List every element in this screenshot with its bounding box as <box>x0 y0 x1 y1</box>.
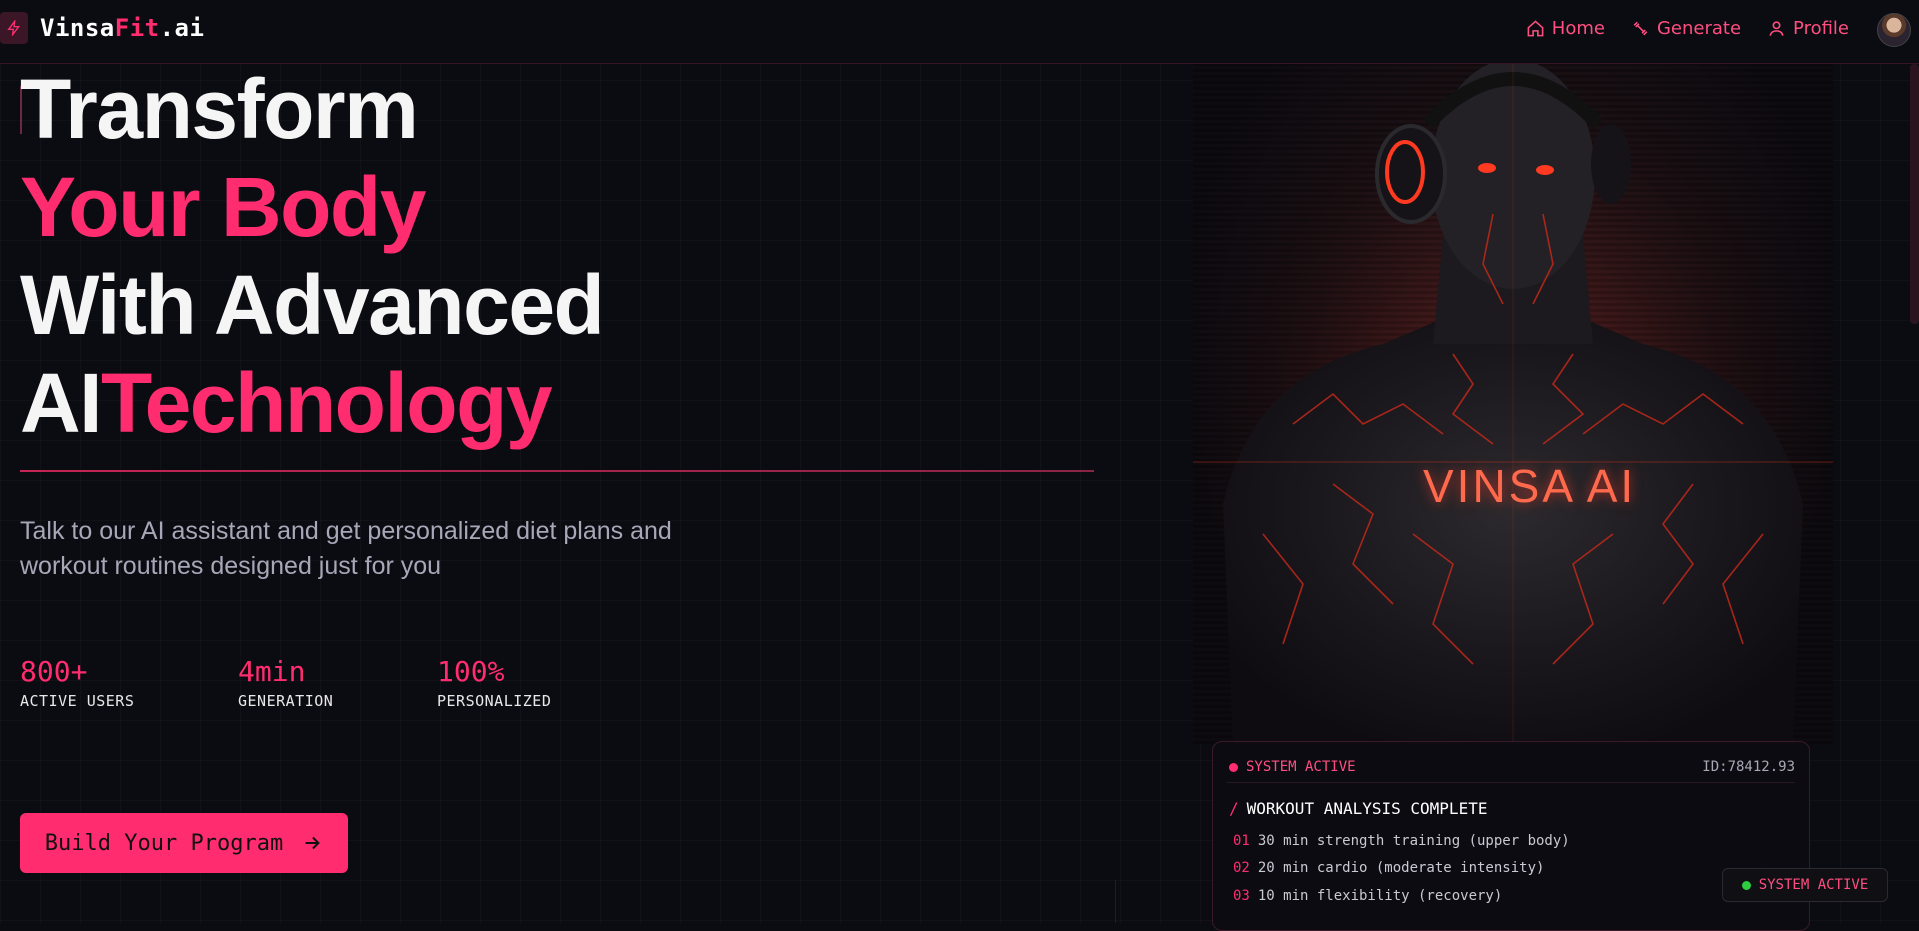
card-id: ID:78412.93 <box>1702 759 1795 775</box>
status-dot-icon <box>1229 762 1238 772</box>
headline-line-2: Your Body <box>20 160 426 254</box>
headline-line-1: Transform <box>20 62 419 156</box>
arrow-right-icon <box>305 836 321 850</box>
headline-line-3: With Advanced <box>20 258 605 352</box>
decorative-line <box>1115 880 1116 923</box>
nav-generate-link[interactable]: Generate <box>1631 18 1741 39</box>
nav-home-link[interactable]: Home <box>1526 18 1605 39</box>
card-item: 01 30 min strength training (upper body) <box>1233 833 1570 849</box>
user-icon <box>1769 21 1784 36</box>
chest-brand-text: VINSA AI <box>1423 460 1637 512</box>
card-item: 02 20 min cardio (moderate intensity) <box>1233 860 1545 876</box>
system-status-badge: SYSTEM ACTIVE <box>1722 868 1888 902</box>
hero-headline: Transform Your Body With Advanced AITech… <box>20 60 605 452</box>
logo-bolt-icon[interactable] <box>0 12 28 44</box>
build-program-button[interactable]: Build Your Program <box>20 813 348 873</box>
status-green-dot-icon <box>1741 880 1751 890</box>
card-status: SYSTEM ACTIVE <box>1229 759 1356 775</box>
card-title: / WORKOUT ANALYSIS COMPLETE <box>1229 799 1488 818</box>
hero-divider <box>20 470 1094 472</box>
headline-line-4: AITechnology <box>20 356 553 450</box>
hero-subtitle: Talk to our AI assistant and get persona… <box>20 517 672 580</box>
nav-links: Home Generate Profile <box>1526 18 1849 39</box>
dumbbell-icon <box>1633 21 1648 36</box>
workout-status-card: SYSTEM ACTIVE ID:78412.93 /WORKOUT ANALY… <box>1212 741 1810 931</box>
hero-image: VINSA AI <box>1193 64 1833 744</box>
top-navbar: VinsaFit.ai Home Generate Profile <box>0 0 1919 64</box>
user-avatar[interactable] <box>1877 13 1911 47</box>
card-item: 03 10 min flexibility (recovery) <box>1233 888 1503 904</box>
stat-personalized: 100% PERSONALIZED <box>437 655 552 710</box>
stat-active-users: 800+ ACTIVE USERS <box>20 655 135 710</box>
nav-profile-link[interactable]: Profile <box>1767 18 1849 39</box>
home-icon <box>1527 20 1544 37</box>
brand-logo[interactable]: VinsaFit.ai <box>40 14 204 42</box>
page-scrollbar[interactable] <box>1910 64 1919 324</box>
card-divider <box>1227 782 1795 783</box>
stat-generation: 4min GENERATION <box>238 655 334 710</box>
